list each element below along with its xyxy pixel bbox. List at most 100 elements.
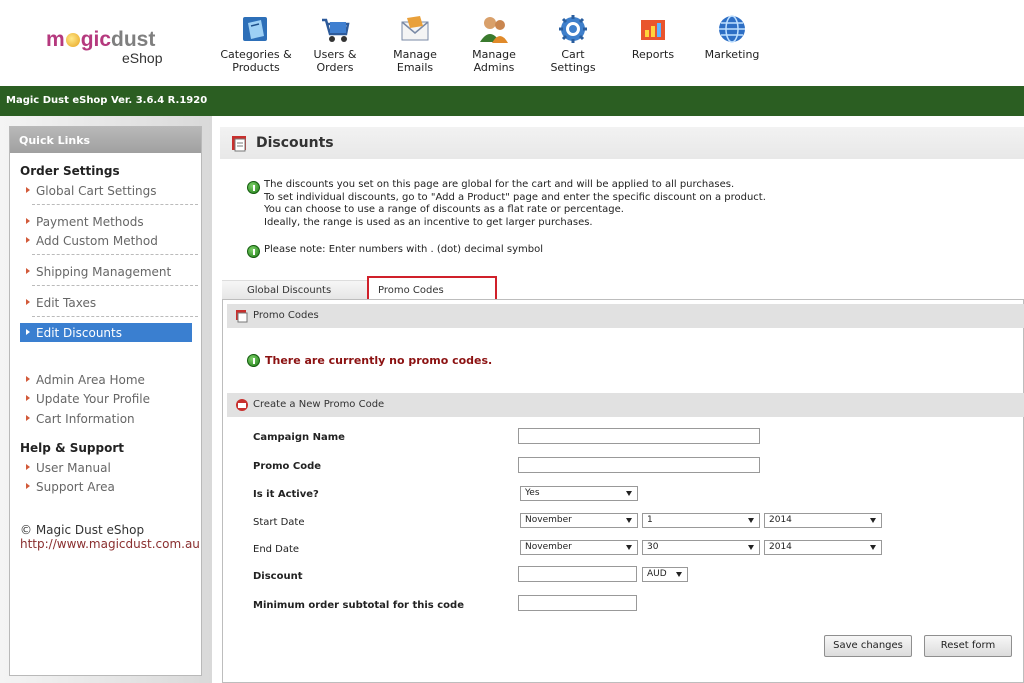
- users-orders-icon: [322, 18, 350, 42]
- nav-label-2: Products: [232, 61, 280, 74]
- nav-manage-admins[interactable]: Manage Admins: [454, 14, 534, 74]
- help-support-heading: Help & Support: [20, 441, 124, 455]
- create-promo-icon: [236, 399, 248, 411]
- reports-icon: [641, 20, 665, 40]
- chevron-down-icon: [676, 572, 682, 577]
- promo-codes-panel: Promo Codes There are currently no promo…: [222, 299, 1024, 683]
- divider: [32, 204, 198, 205]
- end-day-select[interactable]: 30: [642, 540, 760, 555]
- sidebar-item-global-cart-settings[interactable]: Global Cart Settings: [20, 183, 192, 199]
- sidebar-item-cart-information[interactable]: Cart Information: [20, 411, 192, 427]
- section-title: Create a New Promo Code: [253, 399, 385, 410]
- info-line: The discounts you set on this page are g…: [264, 179, 735, 190]
- chevron-down-icon: [626, 545, 632, 550]
- sidebar-item-update-profile[interactable]: Update Your Profile: [20, 391, 192, 407]
- sidebar-item-admin-area-home[interactable]: Admin Area Home: [20, 372, 192, 388]
- order-settings-heading: Order Settings: [20, 164, 120, 178]
- campaign-name-label: Campaign Name: [253, 432, 345, 443]
- copyright: © Magic Dust eShop http://www.magicdust.…: [20, 523, 200, 551]
- start-day-select[interactable]: 1: [642, 513, 760, 528]
- end-year-select[interactable]: 2014: [764, 540, 882, 555]
- logo-eshop: eShop: [122, 50, 163, 66]
- min-subtotal-input[interactable]: [518, 595, 637, 611]
- save-changes-button[interactable]: Save changes: [824, 635, 912, 657]
- nav-cart-settings[interactable]: Cart Settings: [533, 14, 613, 74]
- sidebar-item-shipping-management[interactable]: Shipping Management: [20, 264, 192, 280]
- company-url-link[interactable]: http://www.magicdust.com.au: [20, 537, 200, 551]
- logo-dot-icon: [65, 33, 80, 47]
- chevron-down-icon: [870, 545, 876, 550]
- nav-label: Manage: [472, 48, 516, 61]
- tab-bar: Global Discounts Promo Codes: [220, 276, 1024, 307]
- sidebar-item-add-custom-method[interactable]: Add Custom Method: [20, 233, 192, 249]
- sidebar-item-edit-discounts[interactable]: Edit Discounts: [20, 323, 192, 342]
- promo-code-label: Promo Code: [253, 461, 322, 472]
- divider: [32, 285, 198, 286]
- currency-select[interactable]: AUD: [642, 567, 688, 582]
- nav-label: Marketing: [704, 48, 760, 61]
- info-icon: [247, 181, 260, 194]
- marketing-icon: [719, 15, 745, 43]
- is-active-label: Is it Active?: [253, 489, 319, 500]
- cart-settings-icon: [559, 15, 587, 43]
- nav-manage-emails[interactable]: Manage Emails: [375, 14, 455, 74]
- selected-value: 1: [647, 515, 653, 525]
- nav-reports[interactable]: Reports: [613, 14, 693, 61]
- nav-label-2: Orders: [316, 61, 354, 74]
- quick-links-panel: Quick Links Order Settings Global Cart S…: [9, 126, 202, 676]
- start-month-select[interactable]: November: [520, 513, 638, 528]
- quick-links-title: Quick Links: [10, 127, 201, 153]
- nav-label-2: Admins: [473, 61, 515, 74]
- start-year-select[interactable]: 2014: [764, 513, 882, 528]
- sidebar-item-support-area[interactable]: Support Area: [20, 479, 192, 495]
- end-month-select[interactable]: November: [520, 540, 638, 555]
- manage-admins-icon: [480, 17, 508, 43]
- section-title: Promo Codes: [253, 310, 319, 321]
- chevron-down-icon: [626, 518, 632, 523]
- page-title-bar: Discounts: [220, 127, 1024, 159]
- info-line: Ideally, the range is used as an incenti…: [264, 216, 593, 228]
- sidebar-item-user-manual[interactable]: User Manual: [20, 460, 192, 476]
- chevron-down-icon: [870, 518, 876, 523]
- logo[interactable]: m gicdust eShop: [46, 28, 176, 66]
- selected-value: AUD: [647, 569, 667, 579]
- info-icon: [247, 354, 260, 367]
- categories-products-icon: [243, 17, 267, 41]
- header: m gicdust eShop Categories & Products Use…: [0, 0, 1024, 86]
- sidebar-item-edit-taxes[interactable]: Edit Taxes: [20, 295, 192, 311]
- sidebar-item-payment-methods[interactable]: Payment Methods: [20, 214, 192, 230]
- reset-form-button[interactable]: Reset form: [924, 635, 1012, 657]
- logo-magic: m gic: [46, 28, 112, 51]
- start-date-label: Start Date: [253, 517, 305, 528]
- nav-label-2: Emails: [396, 61, 434, 74]
- end-date-label: End Date: [253, 544, 300, 555]
- page-title: Discounts: [256, 135, 334, 151]
- nav-label: Manage: [393, 48, 437, 61]
- info-icon: [247, 245, 260, 258]
- discount-tag-icon: [232, 136, 246, 152]
- decimal-note: Please note: Enter numbers with . (dot) …: [264, 244, 543, 255]
- tab-global-discounts[interactable]: Global Discounts: [222, 280, 367, 299]
- promo-code-input[interactable]: [518, 457, 760, 473]
- selected-value: 2014: [769, 542, 792, 552]
- nav-categories-products[interactable]: Categories & Products: [216, 14, 296, 74]
- no-promo-codes-message: There are currently no promo codes.: [265, 354, 493, 367]
- min-subtotal-label: Minimum order subtotal for this code: [253, 600, 464, 611]
- info-line: To set individual discounts, go to "Add …: [264, 191, 766, 203]
- nav-marketing[interactable]: Marketing: [692, 14, 772, 61]
- discount-input[interactable]: [518, 566, 637, 582]
- nav-users-orders[interactable]: Users & Orders: [295, 14, 375, 74]
- selected-value: November: [525, 542, 572, 552]
- is-active-select[interactable]: Yes: [520, 486, 638, 501]
- selected-value: 2014: [769, 515, 792, 525]
- selected-value: 30: [647, 542, 659, 552]
- selected-value: November: [525, 515, 572, 525]
- main-content: Discounts The discounts you set on this …: [220, 127, 1024, 683]
- create-promo-code-section-header: Create a New Promo Code: [227, 393, 1024, 417]
- campaign-name-input[interactable]: [518, 428, 760, 444]
- selected-value: Yes: [525, 488, 540, 498]
- sidebar: Quick Links Order Settings Global Cart S…: [0, 116, 212, 683]
- promo-codes-icon: [236, 310, 248, 323]
- copyright-text: © Magic Dust eShop: [20, 523, 145, 537]
- manage-emails-icon: [401, 16, 429, 41]
